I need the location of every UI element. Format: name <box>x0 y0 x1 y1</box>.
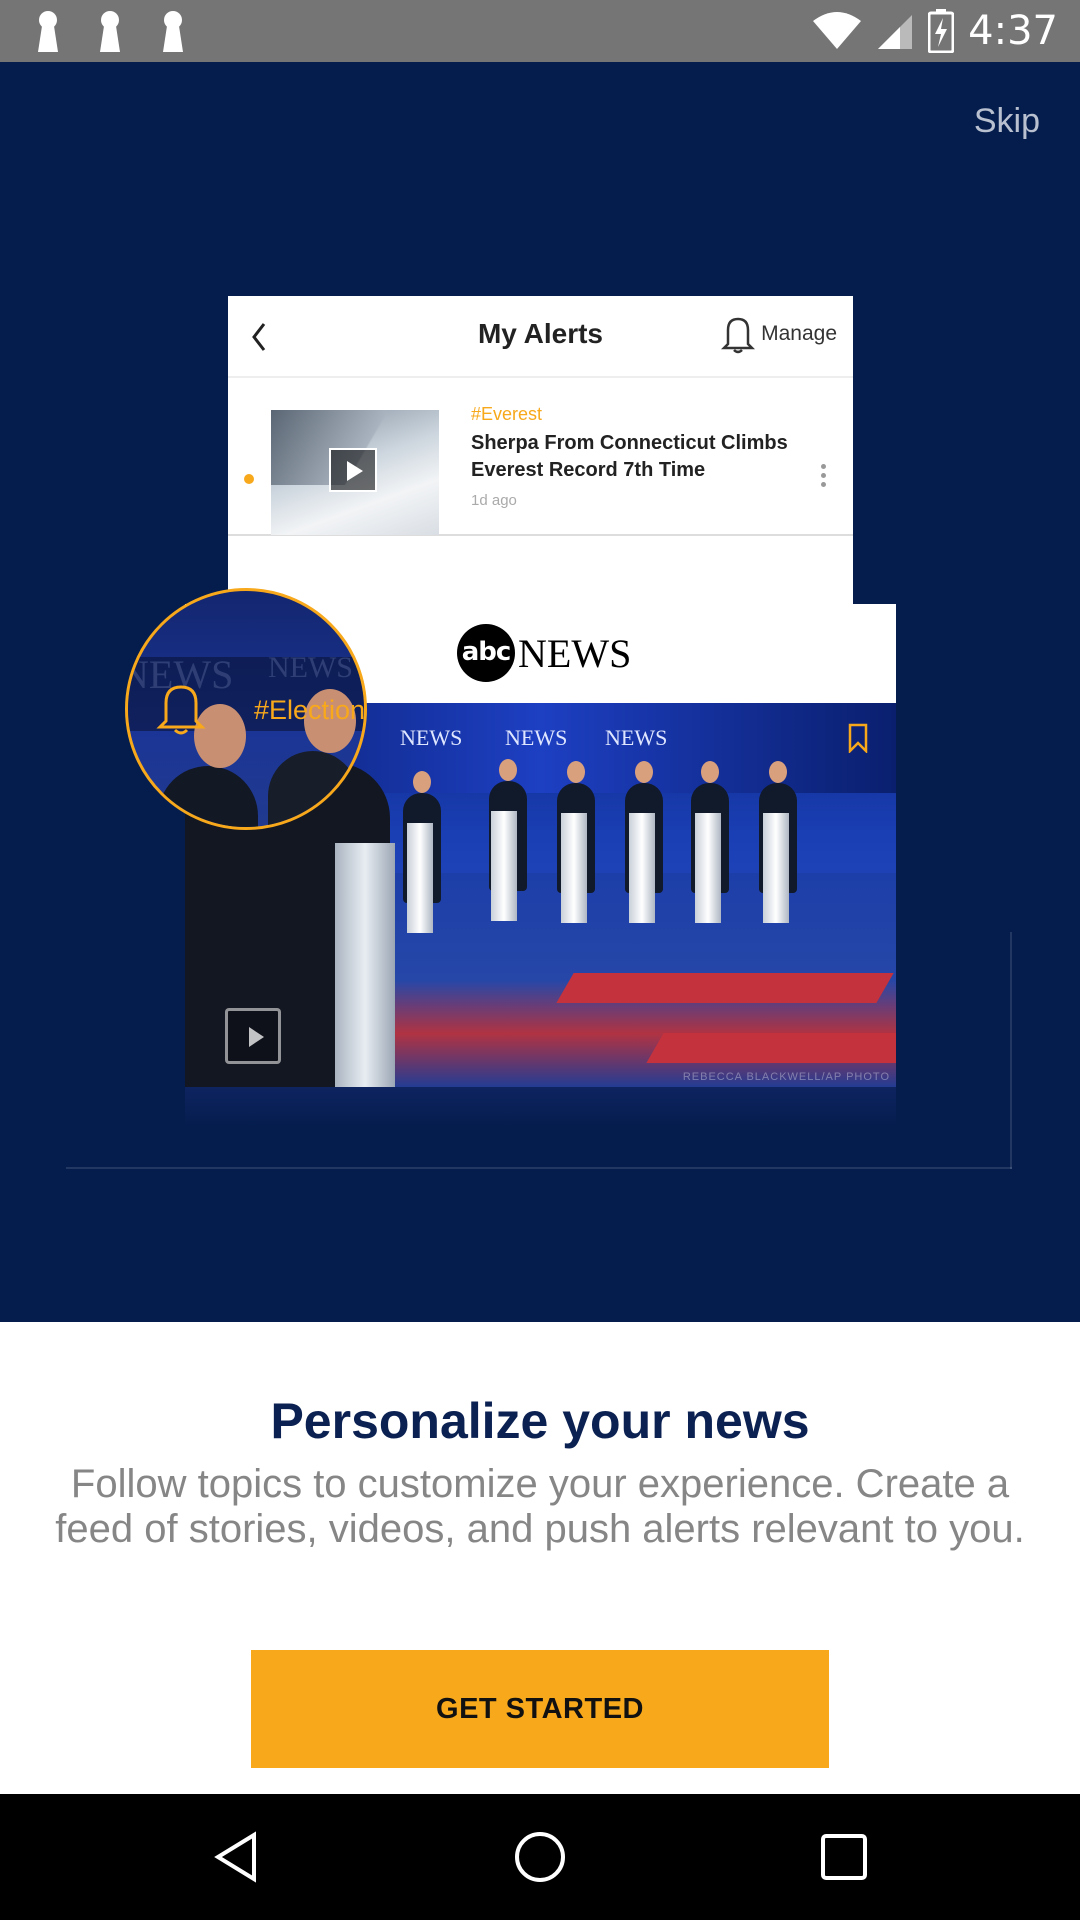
election-tag: #Election <box>254 695 366 725</box>
panel-description: Follow topics to customize your experien… <box>55 1462 1025 1551</box>
home-icon[interactable] <box>510 1827 570 1887</box>
system-nav-bar <box>0 1794 1080 1920</box>
card-outline <box>66 1167 1012 1169</box>
backdrop-logo: NEWS <box>605 725 668 750</box>
backdrop-logo: NEWS <box>505 725 568 750</box>
manage-label: Manage <box>761 322 837 345</box>
news-wordmark: NEWS <box>518 631 632 676</box>
manage-link: Manage <box>721 314 837 354</box>
alert-thumbnail <box>271 410 439 535</box>
recents-icon[interactable] <box>814 1827 874 1887</box>
wifi-icon <box>813 12 862 49</box>
backdrop-logo: NEWS <box>400 725 463 750</box>
status-indicators: 4:37 <box>812 0 1058 62</box>
keyhole-notification-icon <box>159 10 187 54</box>
unread-dot <box>244 474 254 484</box>
keyhole-notification-icon <box>96 10 124 54</box>
onboarding-hero: Skip My Alerts Manage #Everest Sherpa Fr… <box>0 62 1080 1322</box>
back-icon[interactable] <box>208 1827 268 1887</box>
onboarding-panel: Personalize your news Follow topics to c… <box>0 1322 1080 1794</box>
card-outline <box>1010 932 1012 1169</box>
play-icon <box>329 448 377 492</box>
alert-timestamp: 1d ago <box>471 492 517 509</box>
alerts-preview-card: My Alerts Manage #Everest Sherpa From Co… <box>228 296 853 626</box>
play-icon <box>225 1008 281 1064</box>
magnifier-callout: NEWS NEWS #Election <box>125 588 367 830</box>
battery-charging-icon <box>928 9 955 53</box>
alert-tag: #Everest <box>471 404 543 424</box>
bell-icon <box>721 317 756 354</box>
alerts-header: My Alerts Manage <box>228 296 853 378</box>
signal-icon <box>878 15 913 49</box>
bookmark-icon <box>848 723 868 753</box>
keyhole-notification-icon <box>34 10 62 54</box>
more-vert-icon <box>819 461 827 491</box>
panel-title: Personalize your news <box>270 1393 810 1449</box>
alert-headline: Sherpa From Connecticut Climbs Everest R… <box>471 432 788 481</box>
photo-credit: REBECCA BLACKWELL/AP PHOTO <box>682 1071 890 1083</box>
get-started-button[interactable]: GET STARTED <box>251 1650 829 1768</box>
abc-logo: abc <box>457 624 515 682</box>
status-bar: 4:37 <box>0 0 1080 62</box>
bell-icon <box>156 685 206 735</box>
status-time: 4:37 <box>968 8 1058 54</box>
skip-button[interactable]: Skip <box>974 102 1040 141</box>
